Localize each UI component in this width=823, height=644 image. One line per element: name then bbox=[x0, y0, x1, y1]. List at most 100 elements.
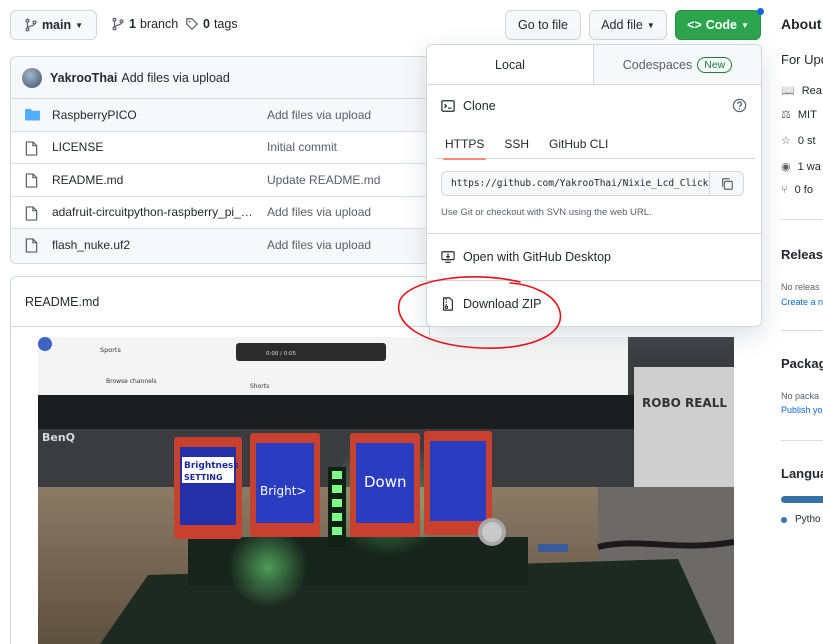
file-commit-message[interactable]: Add files via upload bbox=[267, 108, 371, 122]
dropdown-tabs: Local Codespaces New bbox=[427, 45, 761, 85]
book-icon: 📖 bbox=[781, 85, 795, 97]
file-icon bbox=[25, 173, 38, 188]
open-desktop-item[interactable]: Open with GitHub Desktop bbox=[427, 233, 761, 279]
code-icon: <> bbox=[687, 18, 702, 32]
about-link-label: MIT bbox=[797, 108, 817, 121]
tab-https[interactable]: HTTPS bbox=[435, 129, 494, 160]
packages-title[interactable]: Packag bbox=[781, 356, 823, 371]
protocol-tabs: HTTPS SSH GitHub CLI bbox=[435, 129, 755, 160]
branch-name: main bbox=[41, 18, 72, 32]
about-link-label: Rea bbox=[801, 84, 822, 97]
clone-url-field[interactable]: https://github.com/YakrooThai/Nixie_Lcd_… bbox=[441, 171, 744, 196]
project-photo: Sports Browse channels Shorts 0:00 / 0:0… bbox=[38, 337, 734, 644]
branches-label: branch bbox=[139, 17, 179, 31]
tab-local[interactable]: Local bbox=[427, 45, 594, 84]
about-link-label: 0 st bbox=[797, 134, 816, 147]
law-icon: ⚖ bbox=[781, 109, 791, 121]
tags-link[interactable]: 0 tags bbox=[185, 17, 238, 31]
about-link-watchers[interactable]: ◉ 1 wa bbox=[781, 160, 821, 174]
tab-codespaces[interactable]: Codespaces New bbox=[594, 45, 761, 84]
tab-local-label: Local bbox=[495, 57, 525, 72]
branches-link[interactable]: 1 branch bbox=[111, 17, 178, 31]
clone-hint: Use Git or checkout with SVN using the w… bbox=[441, 207, 652, 218]
about-link-label: 1 wa bbox=[797, 160, 821, 173]
file-list: YakrooThai Add files via upload Raspberr… bbox=[10, 56, 430, 264]
readme-photo: Sports Browse channels Shorts 0:00 / 0:0… bbox=[38, 337, 734, 644]
screen-sports-text: Sports bbox=[100, 346, 121, 354]
commit-message[interactable]: Add files via upload bbox=[121, 71, 229, 85]
git-branch-icon bbox=[112, 17, 124, 31]
releases-title[interactable]: Release bbox=[781, 247, 823, 262]
file-name[interactable]: LICENSE bbox=[52, 140, 257, 154]
table-row[interactable]: adafruit-circuitpython-raspberry_pi_p...… bbox=[11, 197, 429, 229]
commit-author[interactable]: YakrooThai bbox=[50, 71, 117, 85]
copy-button[interactable] bbox=[709, 172, 743, 195]
language-name: Pytho bbox=[795, 514, 821, 525]
language-color-dot bbox=[781, 516, 787, 523]
table-row[interactable]: LICENSE Initial commit bbox=[11, 132, 429, 164]
download-zip-label: Download ZIP bbox=[463, 296, 542, 311]
file-icon bbox=[25, 140, 38, 156]
language-bar bbox=[781, 496, 823, 503]
tab-github-cli[interactable]: GitHub CLI bbox=[539, 129, 618, 159]
language-item[interactable]: Pytho bbox=[781, 514, 821, 525]
copy-icon bbox=[721, 177, 733, 190]
fork-icon: ⑂ bbox=[781, 184, 788, 196]
file-commit-message[interactable]: Add files via upload bbox=[267, 205, 371, 219]
file-icon bbox=[25, 205, 38, 221]
file-name[interactable]: flash_nuke.uf2 bbox=[52, 238, 257, 252]
go-to-file-button[interactable]: Go to file bbox=[505, 10, 581, 40]
file-name[interactable]: adafruit-circuitpython-raspberry_pi_p... bbox=[52, 205, 257, 219]
about-title: About bbox=[781, 16, 822, 32]
publish-package-link[interactable]: Publish yo bbox=[781, 405, 823, 415]
file-name[interactable]: RaspberryPICO bbox=[52, 108, 257, 122]
monitor-brand-text: BenQ bbox=[42, 431, 75, 444]
file-name[interactable]: README.md bbox=[52, 173, 257, 187]
lcd1-line2-text: SETTING bbox=[184, 473, 223, 482]
table-row[interactable]: RaspberryPICO Add files via upload bbox=[11, 99, 429, 132]
new-badge: New bbox=[697, 56, 733, 73]
branch-select-button[interactable]: main ▼ bbox=[10, 10, 97, 40]
clone-label: Clone bbox=[463, 99, 496, 113]
table-row[interactable]: flash_nuke.uf2 Add files via upload bbox=[11, 229, 429, 262]
notification-dot bbox=[757, 8, 764, 15]
add-file-button[interactable]: Add file ▼ bbox=[589, 10, 667, 40]
screen-time-text: 0:00 / 0:05 bbox=[266, 351, 297, 357]
poster-text: ROBO REALL bbox=[642, 396, 727, 410]
code-label: Code bbox=[705, 18, 737, 32]
chevron-down-icon: ▼ bbox=[740, 20, 749, 30]
packages-none: No packa bbox=[781, 391, 820, 401]
eye-icon: ◉ bbox=[781, 161, 791, 173]
tag-icon bbox=[186, 18, 198, 30]
desktop-download-icon bbox=[441, 250, 455, 263]
tab-ssh[interactable]: SSH bbox=[494, 129, 539, 159]
clone-heading: Clone bbox=[441, 99, 496, 113]
file-commit-message[interactable]: Initial commit bbox=[267, 140, 337, 154]
tags-count: 0 bbox=[203, 17, 210, 31]
code-button[interactable]: <> Code ▼ bbox=[675, 10, 761, 40]
about-link-forks[interactable]: ⑂ 0 fo bbox=[781, 184, 813, 196]
clone-url-text[interactable]: https://github.com/YakrooThai/Nixie_Lcd_… bbox=[442, 172, 709, 195]
file-commit-message[interactable]: Add files via upload bbox=[267, 238, 371, 252]
branches-count: 1 bbox=[129, 17, 136, 31]
about-link-license[interactable]: ⚖ MIT bbox=[781, 108, 817, 122]
open-desktop-label: Open with GitHub Desktop bbox=[463, 249, 611, 264]
languages-title: Langua bbox=[781, 466, 823, 481]
divider bbox=[781, 440, 823, 441]
about-link-readme[interactable]: 📖 Rea bbox=[781, 84, 822, 98]
about-link-stars[interactable]: ☆ 0 st bbox=[781, 134, 816, 148]
question-icon[interactable] bbox=[732, 98, 747, 113]
latest-commit-bar: YakrooThai Add files via upload bbox=[11, 57, 429, 99]
create-release-link[interactable]: Create a n bbox=[781, 297, 823, 307]
tab-codespaces-label: Codespaces bbox=[622, 57, 693, 72]
table-row[interactable]: README.md Update README.md bbox=[11, 164, 429, 197]
avatar[interactable] bbox=[22, 67, 42, 88]
file-icon bbox=[25, 238, 38, 253]
folder-icon bbox=[25, 108, 40, 121]
file-commit-message[interactable]: Update README.md bbox=[267, 173, 380, 187]
about-link-label: 0 fo bbox=[794, 184, 813, 196]
code-dropdown: Local Codespaces New Clone HTTPS SSH Git… bbox=[426, 44, 762, 327]
download-zip-item[interactable]: Download ZIP bbox=[427, 280, 761, 326]
divider bbox=[781, 219, 823, 220]
terminal-icon bbox=[441, 100, 455, 112]
